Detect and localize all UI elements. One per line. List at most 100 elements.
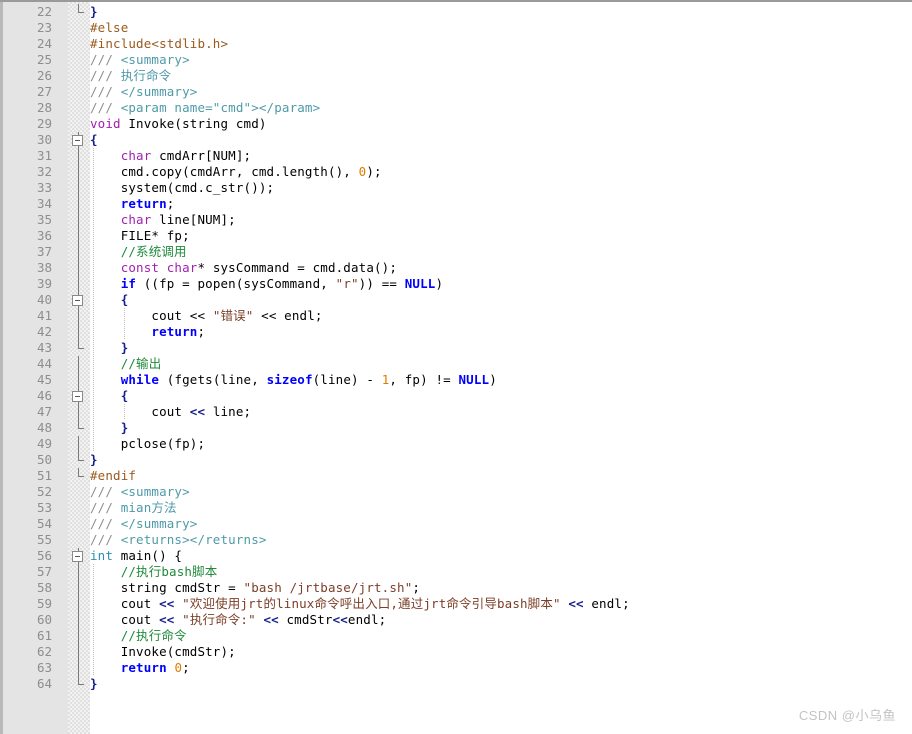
code-line[interactable]: 46 { <box>0 388 912 404</box>
code-text[interactable]: /// <summary> <box>90 484 190 500</box>
code-line[interactable]: 35 char line[NUM]; <box>0 212 912 228</box>
code-line[interactable]: 47 cout << line; <box>0 404 912 420</box>
code-line[interactable]: 31 char cmdArr[NUM]; <box>0 148 912 164</box>
code-text[interactable]: cout << line; <box>90 404 251 420</box>
line-number: 25 <box>36 52 52 67</box>
code-text[interactable]: return; <box>90 324 205 340</box>
code-text[interactable]: cout << "欢迎使用jrt的linux命令呼出入口,通过jrt命令引导ba… <box>90 596 630 612</box>
fold-collapse-icon[interactable] <box>72 295 83 306</box>
code-text[interactable]: #endif <box>90 468 136 484</box>
code-text[interactable]: } <box>90 4 98 20</box>
code-text[interactable]: /// <summary> <box>90 52 190 68</box>
code-text[interactable]: //执行bash脚本 <box>90 564 218 580</box>
code-line[interactable]: 60 cout << "执行命令:" << cmdStr<<endl; <box>0 612 912 628</box>
line-number: 46 <box>36 388 52 403</box>
code-line[interactable]: 64} <box>0 676 912 692</box>
code-text[interactable]: char cmdArr[NUM]; <box>90 148 251 164</box>
code-text[interactable]: /// mian方法 <box>90 500 177 516</box>
code-line[interactable]: 23 #else <box>0 20 912 36</box>
token-kw-pur: const char <box>120 260 198 275</box>
code-line[interactable]: 37 //系统调用 <box>0 244 912 260</box>
fold-margin-cell[interactable] <box>68 548 90 564</box>
code-text[interactable]: int main() { <box>90 548 182 564</box>
code-line[interactable]: 33 system(cmd.c_str()); <box>0 180 912 196</box>
code-line[interactable]: 49 pclose(fp); <box>0 436 912 452</box>
code-line[interactable]: 43 } <box>0 340 912 356</box>
code-line[interactable]: 22} <box>0 4 912 20</box>
code-text[interactable]: } <box>90 676 98 692</box>
code-line[interactable]: 57 //执行bash脚本 <box>0 564 912 580</box>
code-line[interactable]: 38 const char* sysCommand = cmd.data(); <box>0 260 912 276</box>
code-line[interactable]: 54 /// </summary> <box>0 516 912 532</box>
code-text[interactable]: return; <box>90 196 175 212</box>
code-line[interactable]: 63 return 0; <box>0 660 912 676</box>
code-line[interactable]: 28 /// <param name="cmd"></param> <box>0 100 912 116</box>
code-text[interactable]: } <box>90 452 98 468</box>
code-line[interactable]: 52 /// <summary> <box>0 484 912 500</box>
code-line[interactable]: 51 #endif <box>0 468 912 484</box>
code-line[interactable]: 34 return; <box>0 196 912 212</box>
code-line[interactable]: 24 #include<stdlib.h> <box>0 36 912 52</box>
code-text[interactable]: //系统调用 <box>90 244 187 260</box>
code-text[interactable]: { <box>90 292 129 308</box>
fold-margin-cell[interactable] <box>68 388 90 404</box>
code-line[interactable]: 56 int main() { <box>0 548 912 564</box>
code-line[interactable]: 62 Invoke(cmdStr); <box>0 644 912 660</box>
code-text[interactable]: cmd.copy(cmdArr, cmd.length(), 0); <box>90 164 382 180</box>
code-text[interactable]: /// <param name="cmd"></param> <box>90 100 320 116</box>
code-line[interactable]: 29 void Invoke(string cmd) <box>0 116 912 132</box>
code-line[interactable]: 41 cout << "错误" << endl; <box>0 308 912 324</box>
code-line[interactable]: 32 cmd.copy(cmdArr, cmd.length(), 0); <box>0 164 912 180</box>
code-text[interactable]: if ((fp = popen(sysCommand, "r")) == NUL… <box>90 276 443 292</box>
code-text[interactable]: } <box>90 340 129 356</box>
code-text[interactable]: /// <returns></returns> <box>90 532 267 548</box>
code-text[interactable]: } <box>90 420 129 436</box>
code-text[interactable]: Invoke(cmdStr); <box>90 644 236 660</box>
code-line[interactable]: 36 FILE* fp; <box>0 228 912 244</box>
code-line[interactable]: 58 string cmdStr = "bash /jrtbase/jrt.sh… <box>0 580 912 596</box>
code-line[interactable]: 48 } <box>0 420 912 436</box>
code-text[interactable]: /// 执行命令 <box>90 68 171 84</box>
code-text[interactable]: /// </summary> <box>90 84 197 100</box>
code-text[interactable]: system(cmd.c_str()); <box>90 180 274 196</box>
fold-margin-cell[interactable] <box>68 132 90 148</box>
code-text[interactable]: //输出 <box>90 356 162 372</box>
fold-collapse-icon[interactable] <box>72 135 83 146</box>
code-line[interactable]: 53 /// mian方法 <box>0 500 912 516</box>
code-line[interactable]: 59 cout << "欢迎使用jrt的linux命令呼出入口,通过jrt命令引… <box>0 596 912 612</box>
code-text[interactable]: return 0; <box>90 660 190 676</box>
code-line[interactable]: 44 //输出 <box>0 356 912 372</box>
code-text[interactable]: void Invoke(string cmd) <box>90 116 267 132</box>
code-lines-container[interactable]: 22} 23 #else 24 #include<stdlib.h> 25 /// <sum… <box>0 4 912 692</box>
code-text[interactable]: /// </summary> <box>90 516 197 532</box>
code-line[interactable]: 30 { <box>0 132 912 148</box>
code-text[interactable]: cout << "执行命令:" << cmdStr<<endl; <box>90 612 386 628</box>
fold-margin-cell[interactable] <box>68 292 90 308</box>
code-line[interactable]: 42 return; <box>0 324 912 340</box>
code-text[interactable]: cout << "错误" << endl; <box>90 308 323 324</box>
token-xml: <returns></returns> <box>120 532 267 547</box>
code-text[interactable]: #include<stdlib.h> <box>90 36 228 52</box>
code-editor[interactable]: 22} 23 #else 24 #include<stdlib.h> 25 /// <sum… <box>0 0 912 734</box>
code-line[interactable]: 50} <box>0 452 912 468</box>
code-text[interactable]: { <box>90 132 98 148</box>
fold-collapse-icon[interactable] <box>72 391 83 402</box>
code-line[interactable]: 61 //执行命令 <box>0 628 912 644</box>
code-line[interactable]: 26 /// 执行命令 <box>0 68 912 84</box>
code-text[interactable]: string cmdStr = "bash /jrtbase/jrt.sh"; <box>90 580 420 596</box>
code-text[interactable]: #else <box>90 20 128 36</box>
code-line[interactable]: 40 { <box>0 292 912 308</box>
code-text[interactable]: FILE* fp; <box>90 228 190 244</box>
code-line[interactable]: 45 while (fgets(line, sizeof(line) - 1, … <box>0 372 912 388</box>
code-text[interactable]: pclose(fp); <box>90 436 205 452</box>
code-line[interactable]: 39 if ((fp = popen(sysCommand, "r")) == … <box>0 276 912 292</box>
code-text[interactable]: const char* sysCommand = cmd.data(); <box>90 260 397 276</box>
code-text[interactable]: { <box>90 388 129 404</box>
fold-collapse-icon[interactable] <box>72 551 83 562</box>
code-text[interactable]: while (fgets(line, sizeof(line) - 1, fp)… <box>90 372 497 388</box>
code-line[interactable]: 55 /// <returns></returns> <box>0 532 912 548</box>
code-text[interactable]: char line[NUM]; <box>90 212 236 228</box>
code-line[interactable]: 27 /// </summary> <box>0 84 912 100</box>
code-text[interactable]: //执行命令 <box>90 628 187 644</box>
code-line[interactable]: 25 /// <summary> <box>0 52 912 68</box>
